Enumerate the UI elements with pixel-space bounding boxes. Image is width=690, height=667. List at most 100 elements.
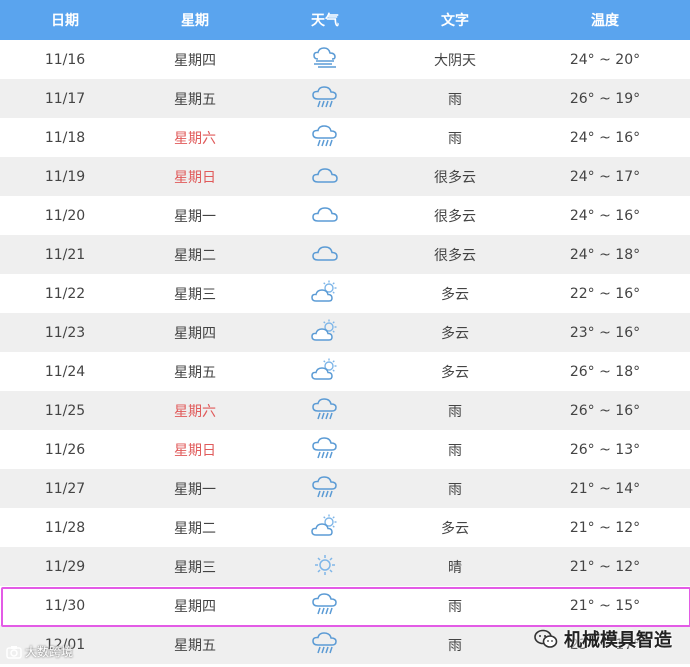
table-row: 11/26 星期日 雨 26° ~ 13° [0, 430, 690, 469]
row-weather-text: 很多云 [434, 208, 476, 225]
watermark-right: 机械模具智造 [534, 626, 672, 652]
table-row: 11/16 星期四 大阴天 24° ~ 20° [0, 40, 690, 79]
row-weather-text: 晴 [448, 559, 462, 576]
row-weather [260, 513, 390, 543]
row-weather-text: 很多云 [434, 247, 476, 264]
row-weekday: 星期六 [174, 403, 216, 420]
row-weekday: 星期三 [174, 286, 216, 303]
row-weekday: 星期四 [174, 52, 216, 69]
row-weekday: 星期四 [174, 325, 216, 342]
row-weather-text: 雨 [448, 403, 462, 420]
table-row: 11/24 星期五 多云 26° ~ 18° [0, 352, 690, 391]
row-temperature: 23° ~ 16° [569, 324, 641, 341]
fog-icon [310, 45, 340, 71]
table-row: 11/28 星期二 多云 21° ~ 12° [0, 508, 690, 547]
partly-cloudy-icon [310, 318, 340, 344]
table-row: 11/27 星期一 雨 21° ~ 14° [0, 469, 690, 508]
watermark-left-text: 大数跨境 [25, 645, 74, 659]
row-temperature: 24° ~ 16° [569, 129, 641, 146]
cloud-icon [310, 201, 340, 227]
wechat-icon [534, 629, 558, 648]
partly-cloudy-icon [310, 357, 340, 383]
row-weather [260, 240, 390, 270]
row-weather [260, 318, 390, 348]
weather-forecast-screen: 日期 星期 天气 文字 温度 11/16 星期四 大阴天 24° ~ 20° 11/17… [0, 0, 690, 667]
row-weather-text: 多云 [441, 520, 469, 537]
table-row: 11/23 星期四 多云 23° ~ 16° [0, 313, 690, 352]
table-row: 11/29 星期三 晴 21° ~ 12° [0, 547, 690, 586]
row-weather [260, 84, 390, 114]
row-weather-text: 大阴天 [434, 52, 476, 69]
sun-icon [310, 552, 340, 578]
row-weather [260, 630, 390, 660]
row-date: 11/20 [44, 207, 86, 224]
row-weather-text: 雨 [448, 130, 462, 147]
row-weather [260, 474, 390, 504]
table-row: 11/20 星期一 很多云 24° ~ 16° [0, 196, 690, 235]
row-weather [260, 591, 390, 621]
row-weekday: 星期一 [174, 481, 216, 498]
row-date: 11/16 [44, 51, 86, 68]
rain-icon [310, 474, 340, 500]
watermark-left: 大数跨境 [6, 643, 73, 660]
row-date: 11/17 [44, 90, 86, 107]
row-temperature: 21° ~ 15° [569, 597, 641, 614]
row-temperature: 26° ~ 19° [569, 90, 641, 107]
table-row: 11/21 星期二 很多云 24° ~ 18° [0, 235, 690, 274]
row-temperature: 21° ~ 12° [569, 558, 641, 575]
row-weekday: 星期二 [174, 520, 216, 537]
row-weekday: 星期二 [174, 247, 216, 264]
row-weekday: 星期日 [174, 442, 216, 459]
header-date: 日期 [51, 13, 79, 29]
row-temperature: 24° ~ 17° [569, 168, 641, 185]
camera-icon [6, 645, 22, 659]
partly-cloudy-icon [310, 513, 340, 539]
table-row: 11/22 星期三 多云 22° ~ 16° [0, 274, 690, 313]
row-date: 11/21 [44, 246, 86, 263]
table-row: 11/17 星期五 雨 26° ~ 19° [0, 79, 690, 118]
row-weather-text: 雨 [448, 637, 462, 654]
table-row: 11/30 星期四 雨 21° ~ 15° [0, 586, 690, 625]
row-temperature: 22° ~ 16° [569, 285, 641, 302]
row-weekday: 星期三 [174, 559, 216, 576]
header-weather: 天气 [311, 13, 339, 29]
row-weather [260, 45, 390, 75]
row-weekday: 星期五 [174, 364, 216, 381]
row-weather-text: 雨 [448, 91, 462, 108]
row-date: 11/26 [44, 441, 86, 458]
row-date: 11/30 [44, 597, 86, 614]
row-date: 11/22 [44, 285, 86, 302]
row-weather [260, 435, 390, 465]
table-row: 11/18 星期六 雨 24° ~ 16° [0, 118, 690, 157]
row-temperature: 26° ~ 16° [569, 402, 641, 419]
row-weather [260, 396, 390, 426]
forecast-table-body: 11/16 星期四 大阴天 24° ~ 20° 11/17 星期五雨 26° ~ 19° 11… [0, 40, 690, 664]
cloud-icon [310, 240, 340, 266]
row-date: 11/19 [44, 168, 86, 185]
row-temperature: 26° ~ 13° [569, 441, 641, 458]
row-weather-text: 雨 [448, 442, 462, 459]
row-weekday: 星期五 [174, 91, 216, 108]
row-temperature: 21° ~ 12° [569, 519, 641, 536]
partly-cloudy-icon [310, 279, 340, 305]
row-temperature: 24° ~ 18° [569, 246, 641, 263]
rain-icon [310, 435, 340, 461]
row-date: 11/29 [44, 558, 86, 575]
row-weather-text: 很多云 [434, 169, 476, 186]
cloud-icon [310, 162, 340, 188]
header-temp: 温度 [591, 13, 619, 29]
row-temperature: 24° ~ 16° [569, 207, 641, 224]
row-weekday: 星期四 [174, 598, 216, 615]
row-weekday: 星期六 [174, 130, 216, 147]
row-temperature: 21° ~ 14° [569, 480, 641, 497]
row-weather [260, 357, 390, 387]
table-row: 11/19 星期日 很多云 24° ~ 17° [0, 157, 690, 196]
row-weather [260, 552, 390, 582]
row-weather [260, 162, 390, 192]
row-weather [260, 201, 390, 231]
row-weather [260, 123, 390, 153]
rain-icon [310, 396, 340, 422]
row-weather-text: 多云 [441, 364, 469, 381]
row-date: 11/24 [44, 363, 86, 380]
watermark-right-text: 机械模具智造 [564, 630, 672, 651]
